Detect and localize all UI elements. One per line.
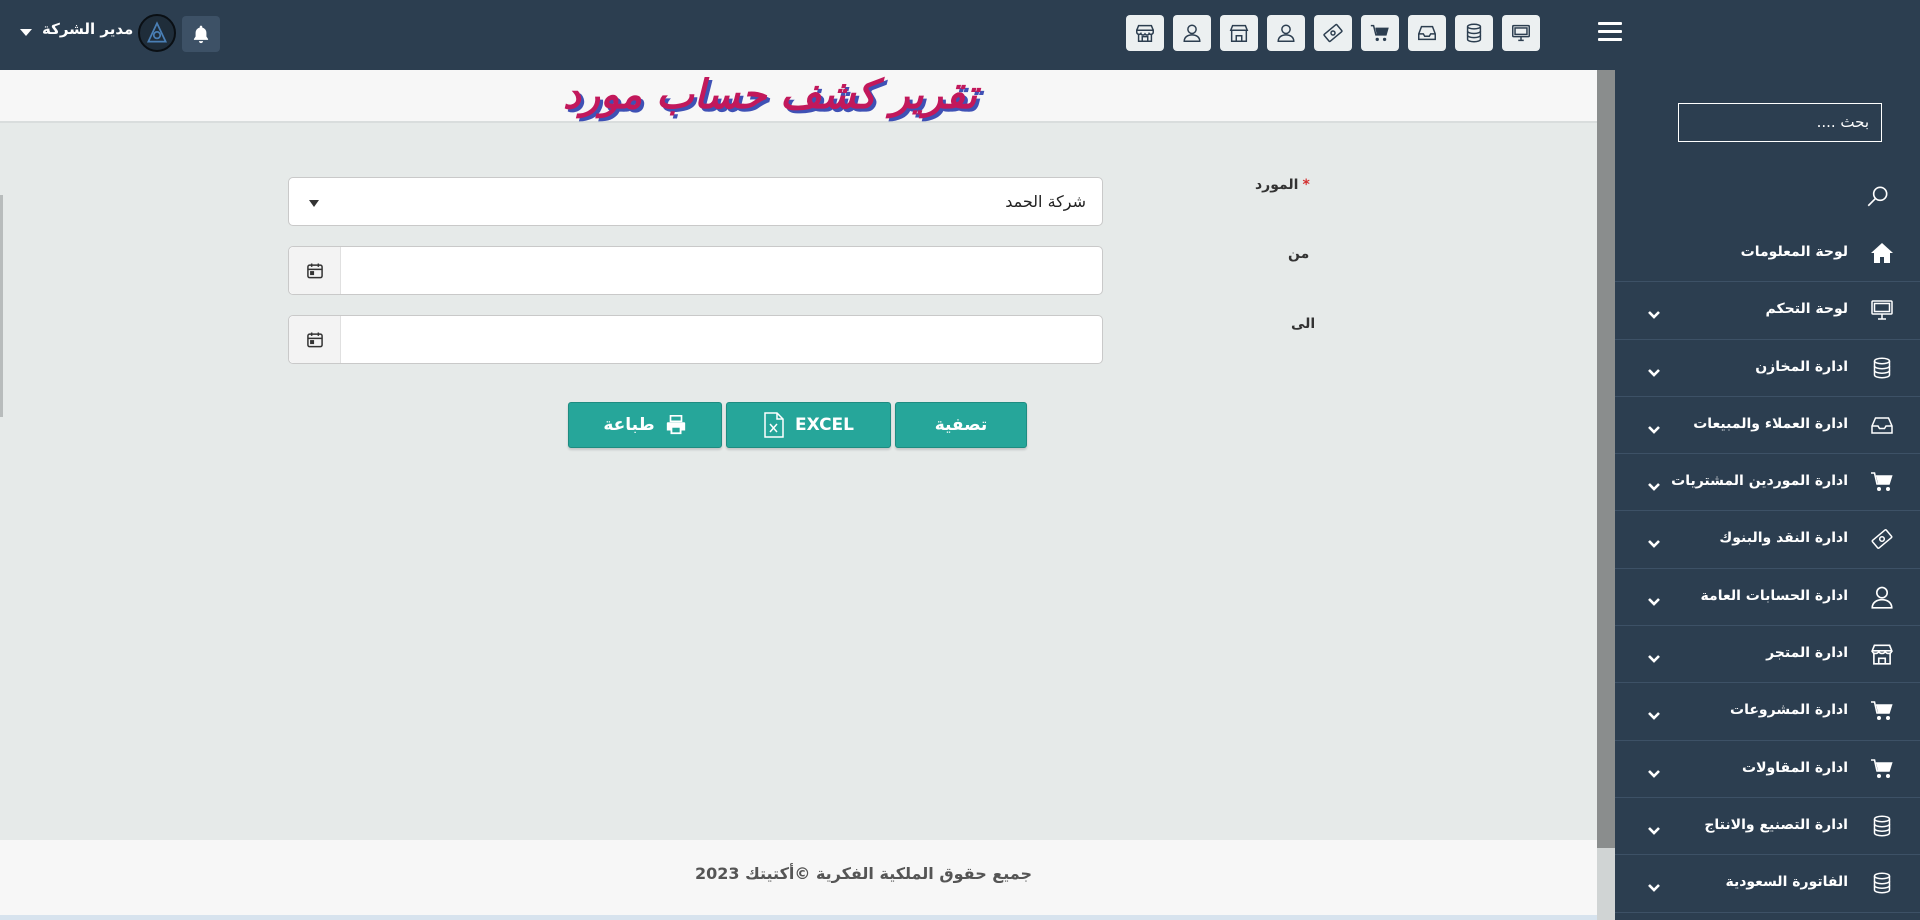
bottom-border bbox=[0, 915, 1597, 920]
chevron-down-icon[interactable] bbox=[1647, 420, 1661, 439]
printer-icon bbox=[666, 415, 685, 435]
user-menu-caret-icon[interactable] bbox=[20, 29, 32, 36]
sidebar-item[interactable]: ادارة المشروعات bbox=[1615, 683, 1920, 741]
money-icon bbox=[1868, 526, 1896, 552]
sidebar-item-label: ادارة المخازن bbox=[1755, 358, 1848, 375]
print-button-label: طباعة bbox=[603, 415, 655, 435]
sidebar-item[interactable]: ادارة التصنيع والانتاج bbox=[1615, 798, 1920, 856]
content-edge-divider bbox=[0, 195, 3, 417]
sidebar-item[interactable]: ادارة المتجر bbox=[1615, 626, 1920, 684]
sidebar-item[interactable]: ادارة المخازن bbox=[1615, 340, 1920, 397]
top-shortcut-icons bbox=[1126, 15, 1540, 51]
user-name[interactable]: مدير الشركة bbox=[42, 20, 133, 38]
database-icon bbox=[1868, 813, 1896, 839]
search-icon[interactable] bbox=[1865, 183, 1891, 213]
to-date-field[interactable] bbox=[288, 315, 1103, 364]
excel-file-icon bbox=[764, 412, 784, 438]
home-icon bbox=[1868, 240, 1896, 266]
chevron-down-icon[interactable] bbox=[1647, 878, 1661, 897]
to-date-label: الى bbox=[1291, 316, 1316, 332]
title-bar: تقرير كشف حساب مورد bbox=[0, 70, 1597, 123]
excel-export-button[interactable]: EXCEL bbox=[726, 402, 891, 448]
from-date-label: من bbox=[1288, 246, 1310, 262]
top-navbar: مدير الشركة bbox=[0, 0, 1920, 70]
chevron-down-icon[interactable] bbox=[1647, 305, 1661, 324]
chevron-down-icon[interactable] bbox=[1647, 477, 1661, 496]
pos-store-shortcut-icon[interactable] bbox=[1126, 15, 1164, 51]
scrollbar-thumb[interactable] bbox=[1597, 70, 1615, 848]
sidebar-search-input[interactable]: بحث .... bbox=[1678, 103, 1882, 142]
sidebar-item-label: الفاتورة السعودية bbox=[1725, 874, 1848, 891]
hamburger-menu-icon[interactable] bbox=[1598, 22, 1622, 42]
inbox-shortcut-icon[interactable] bbox=[1408, 15, 1446, 51]
footer: جميع حقوق الملكية الفكرية ©أكتيتك 2023 bbox=[0, 840, 1597, 920]
sidebar: بحث .... لوحة المعلومات لوحة التحكم ادارة … bbox=[1615, 70, 1920, 920]
user-shortcut-icon[interactable] bbox=[1267, 15, 1305, 51]
dropdown-caret-icon bbox=[309, 200, 319, 207]
sidebar-item-label: لوحة التحكم bbox=[1765, 301, 1848, 318]
cart-shortcut-icon[interactable] bbox=[1361, 15, 1399, 51]
sidebar-item-label: ادارة المتجر bbox=[1766, 645, 1848, 662]
user-icon bbox=[1868, 584, 1896, 610]
supplier-select[interactable]: شركة الحمد bbox=[288, 177, 1103, 226]
sidebar-item[interactable]: ادارة الحسابات العامة bbox=[1615, 569, 1920, 627]
sidebar-item-label: ادارة الحسابات العامة bbox=[1700, 587, 1848, 604]
excel-button-label: EXCEL bbox=[794, 415, 855, 435]
chevron-down-icon[interactable] bbox=[1647, 592, 1661, 611]
filter-button-label: تصفية bbox=[934, 415, 988, 435]
notifications-bell-icon[interactable] bbox=[182, 16, 220, 52]
page-title: تقرير كشف حساب مورد bbox=[562, 72, 978, 118]
supplier-label-text: المورد bbox=[1255, 177, 1299, 193]
filter-button[interactable]: تصفية bbox=[895, 402, 1027, 448]
sidebar-item[interactable]: لوحة المعلومات bbox=[1615, 225, 1920, 283]
store-icon bbox=[1868, 641, 1896, 667]
money-shortcut-icon[interactable] bbox=[1314, 15, 1352, 51]
required-asterisk: * bbox=[1302, 177, 1310, 193]
sidebar-item[interactable]: ادارة العملاء والمبيعات bbox=[1615, 397, 1920, 455]
sidebar-item[interactable]: ادارة المقاولات bbox=[1615, 741, 1920, 798]
user-shortcut-icon[interactable] bbox=[1173, 15, 1211, 51]
sidebar-item[interactable]: الفاتورة السعودية bbox=[1615, 855, 1920, 913]
cart-icon bbox=[1868, 698, 1896, 724]
sidebar-item-label: ادارة النقد والبنوك bbox=[1719, 530, 1848, 547]
avatar[interactable] bbox=[138, 14, 176, 52]
monitor-shortcut-icon[interactable] bbox=[1502, 15, 1540, 51]
calendar-icon[interactable] bbox=[289, 316, 341, 363]
sidebar-item-label: ادارة المشروعات bbox=[1730, 702, 1848, 719]
chevron-down-icon[interactable] bbox=[1647, 821, 1661, 840]
sidebar-item-label: ادارة التصنيع والانتاج bbox=[1704, 816, 1848, 833]
chevron-down-icon[interactable] bbox=[1647, 764, 1661, 783]
sidebar-item[interactable]: لوحة التحكم bbox=[1615, 282, 1920, 340]
chevron-down-icon[interactable] bbox=[1647, 649, 1661, 668]
database-icon bbox=[1868, 355, 1896, 381]
supplier-select-value: شركة الحمد bbox=[1005, 192, 1086, 211]
from-date-field[interactable] bbox=[288, 246, 1103, 295]
sidebar-item[interactable]: ادارة الموردين المشتريات bbox=[1615, 454, 1920, 512]
sidebar-menu: لوحة المعلومات لوحة التحكم ادارة المخازن اد… bbox=[1615, 225, 1920, 913]
supplier-label: *المورد bbox=[1255, 177, 1310, 193]
sidebar-item-label: ادارة الموردين المشتريات bbox=[1671, 473, 1848, 490]
cart-icon bbox=[1868, 469, 1896, 495]
page-scrollbar[interactable] bbox=[1597, 70, 1615, 920]
chevron-down-icon[interactable] bbox=[1647, 534, 1661, 553]
sidebar-item-label: ادارة المقاولات bbox=[1742, 759, 1848, 776]
cart-icon bbox=[1868, 756, 1896, 782]
print-button[interactable]: طباعة bbox=[568, 402, 722, 448]
sidebar-item-label: ادارة العملاء والمبيعات bbox=[1693, 415, 1848, 432]
sidebar-item-label: لوحة المعلومات bbox=[1740, 244, 1848, 260]
sidebar-item[interactable]: ادارة النقد والبنوك bbox=[1615, 511, 1920, 569]
main-content: تقرير كشف حساب مورد *المورد شركة الحمد م… bbox=[0, 70, 1597, 920]
monitor-icon bbox=[1868, 297, 1896, 323]
chevron-down-icon[interactable] bbox=[1647, 706, 1661, 725]
calendar-icon[interactable] bbox=[289, 247, 341, 294]
copyright-text: جميع حقوق الملكية الفكرية ©أكتيتك 2023 bbox=[694, 864, 1033, 883]
database-shortcut-icon[interactable] bbox=[1455, 15, 1493, 51]
chevron-down-icon[interactable] bbox=[1647, 363, 1661, 382]
inbox-icon bbox=[1868, 412, 1896, 438]
database-icon bbox=[1868, 870, 1896, 896]
store-shortcut-icon[interactable] bbox=[1220, 15, 1258, 51]
